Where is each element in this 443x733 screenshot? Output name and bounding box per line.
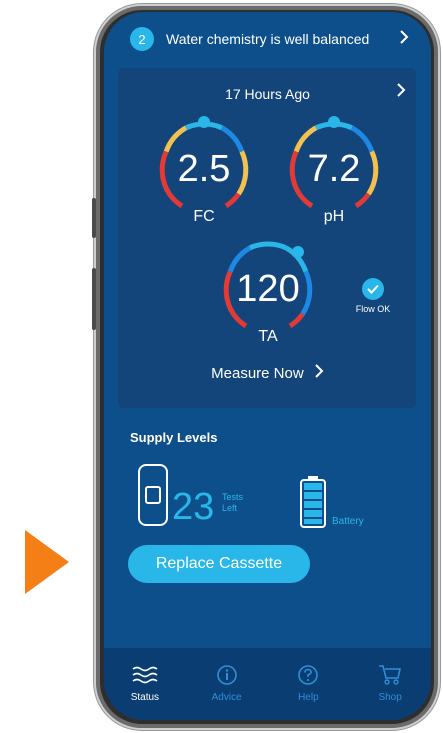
banner-message: Water chemistry is well balanced <box>166 31 370 47</box>
phone-side-button <box>92 198 96 238</box>
ta-value: 120 <box>236 268 300 310</box>
tests-label-line1: Tests <box>222 492 244 502</box>
cassette-icon <box>138 464 168 526</box>
alert-count-badge: 2 <box>130 27 154 51</box>
nav-item-help[interactable]: Help <box>278 662 338 703</box>
nav-item-advice[interactable]: Advice <box>197 662 257 703</box>
chemistry-banner[interactable]: 2 Water chemistry is well balanced <box>124 24 414 54</box>
ta-label: TA <box>258 328 278 345</box>
reading-time: 17 Hours Ago <box>225 86 310 102</box>
chevron-right-icon <box>398 29 410 50</box>
nav-label-help: Help <box>298 692 319 703</box>
battery-label: Battery <box>332 516 364 527</box>
flow-status-label: Flow OK <box>355 304 391 314</box>
chevron-right-icon <box>314 364 324 382</box>
help-icon <box>278 662 338 688</box>
app-screen: 2 Water chemistry is well balanced 17 Ho… <box>104 12 431 720</box>
measure-now-button[interactable]: Measure Now <box>104 364 431 382</box>
fc-indicator-dot <box>198 116 210 128</box>
check-icon <box>362 278 384 300</box>
info-icon <box>197 662 257 688</box>
nav-label-advice: Advice <box>211 692 242 703</box>
tests-label-line2: Left <box>222 503 238 513</box>
nav-item-status[interactable]: Status <box>115 662 175 703</box>
fc-label: FC <box>193 208 215 225</box>
battery-icon <box>300 476 326 528</box>
tests-left-label: Tests Left <box>222 492 243 514</box>
nav-item-shop[interactable]: Shop <box>360 662 420 703</box>
nav-label-shop: Shop <box>378 692 402 703</box>
fc-value: 2.5 <box>177 148 231 190</box>
waves-icon <box>115 662 175 688</box>
orange-pointer-arrow <box>25 530 69 594</box>
tests-left-count: 23 <box>172 486 215 528</box>
phone-side-button <box>92 268 96 330</box>
ph-label: pH <box>323 208 345 225</box>
ta-indicator-dot <box>292 246 304 258</box>
flow-status: Flow OK <box>348 278 398 314</box>
replace-cassette-button[interactable]: Replace Cassette <box>128 545 310 583</box>
cart-icon <box>360 662 420 688</box>
nav-label-status: Status <box>130 692 160 703</box>
supply-levels-title: Supply Levels <box>130 430 218 445</box>
ph-indicator-dot <box>328 116 340 128</box>
measure-now-label: Measure Now <box>211 365 304 382</box>
bottom-nav: Status Advice Help Shop <box>104 648 431 720</box>
chevron-right-icon[interactable] <box>395 82 407 103</box>
ph-value: 7.2 <box>307 148 361 190</box>
